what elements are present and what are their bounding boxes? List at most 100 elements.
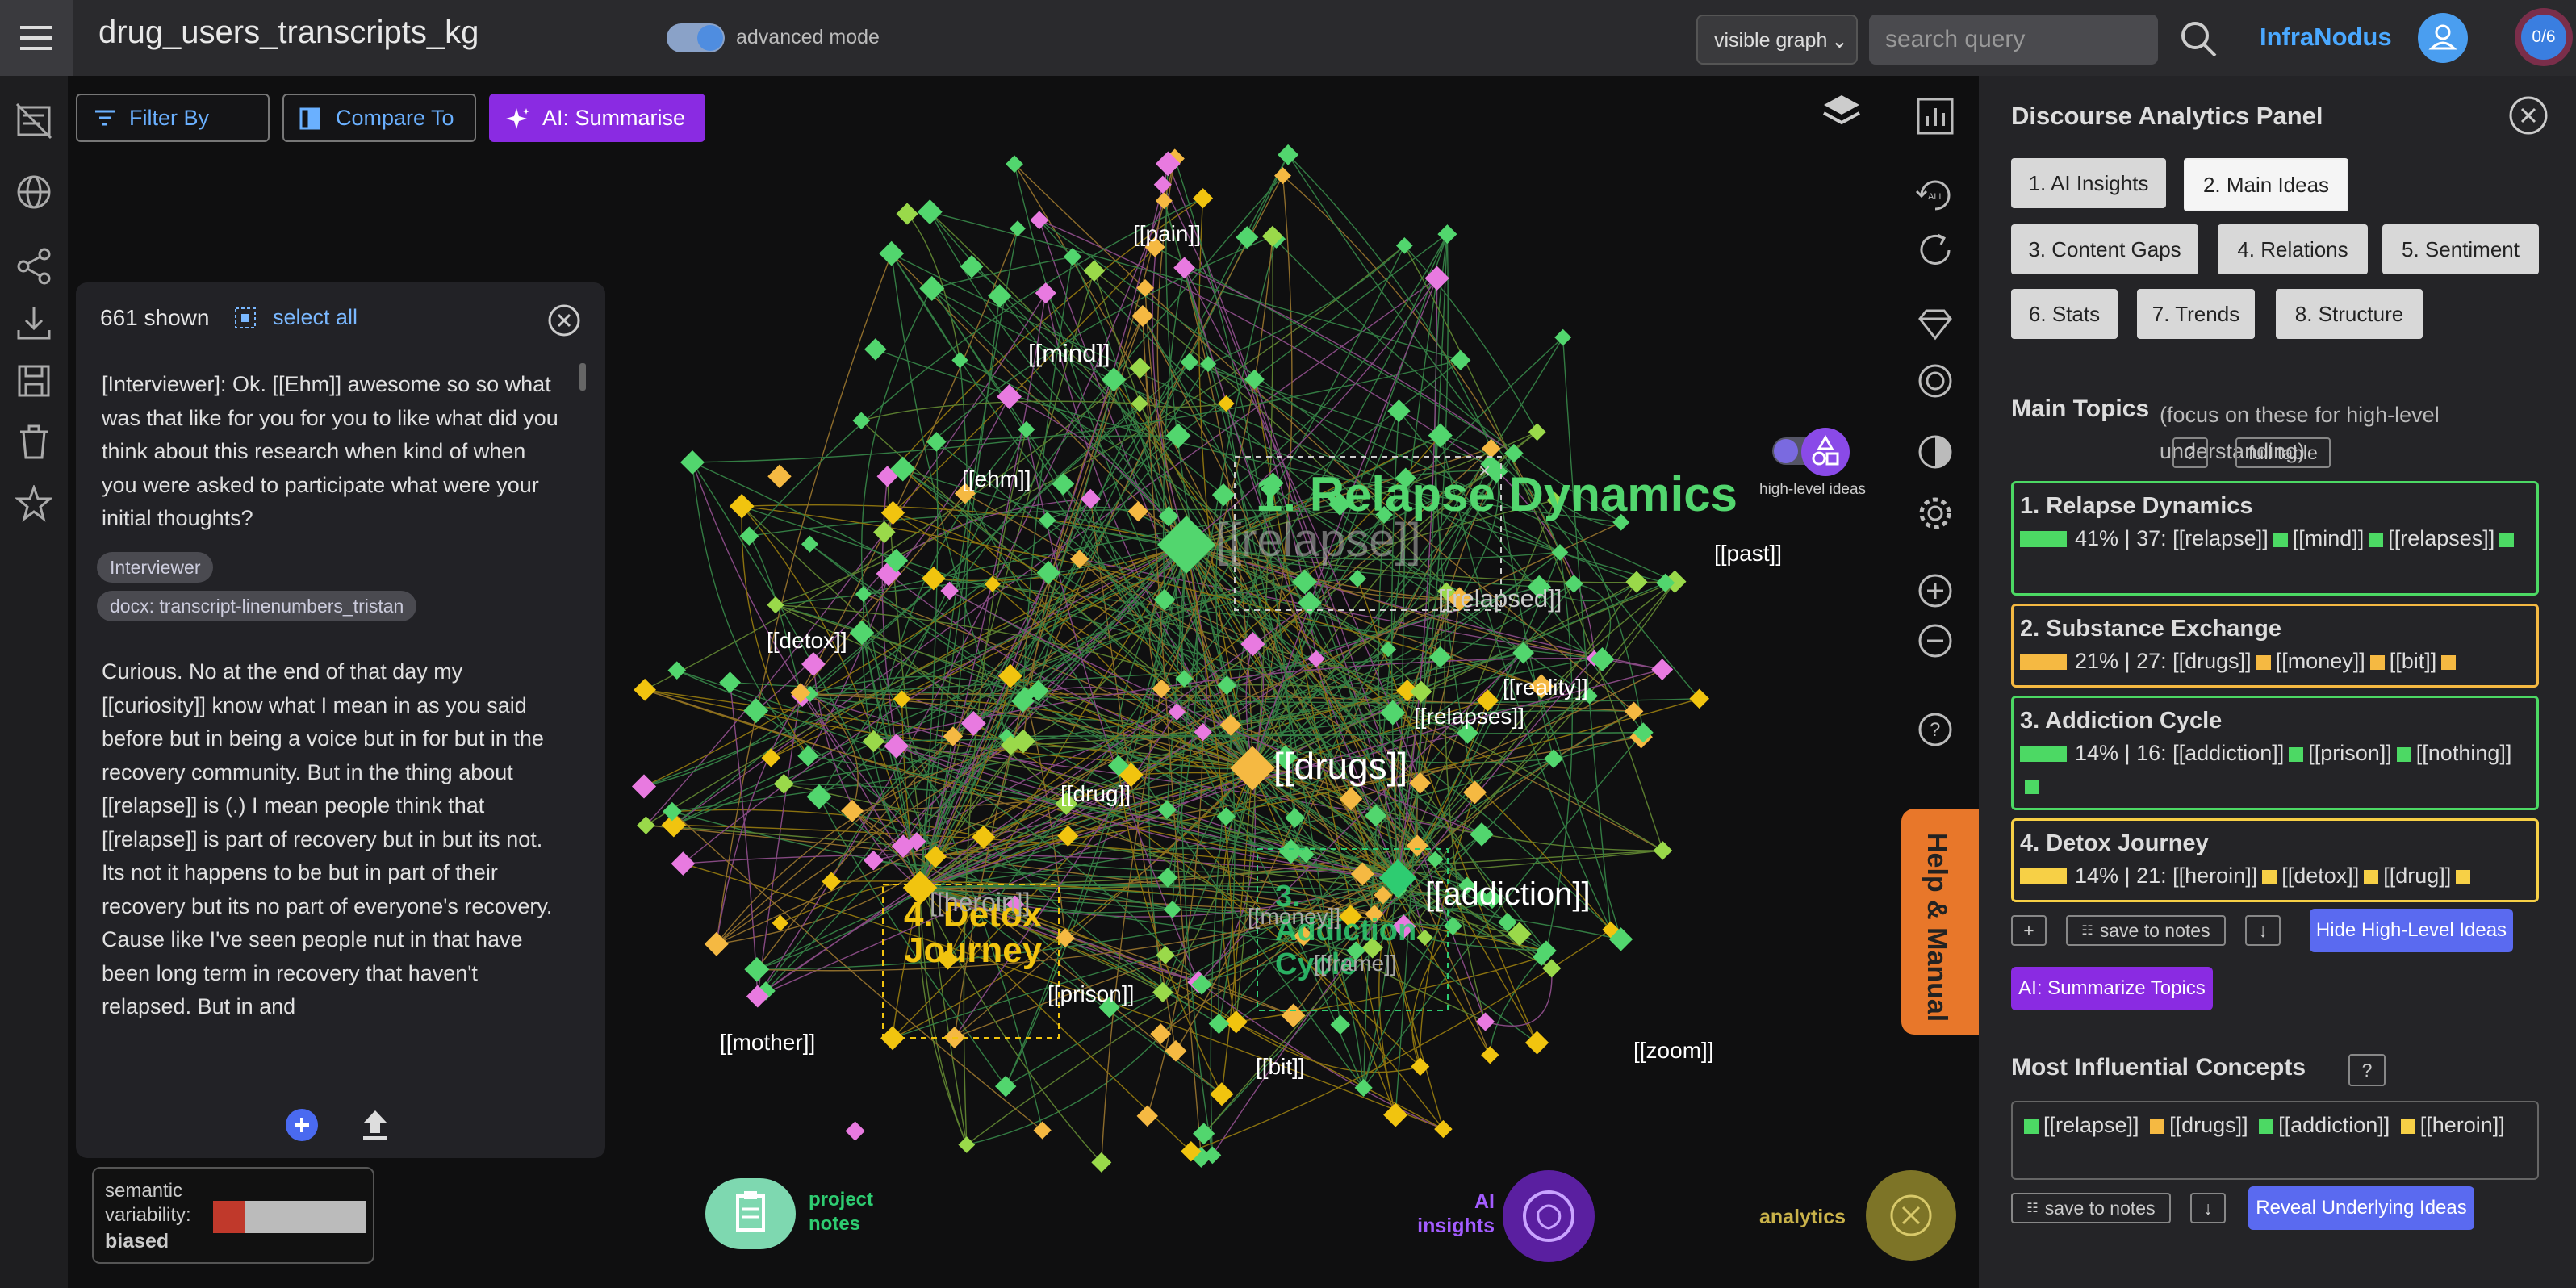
download-topics-button[interactable]: ↓ xyxy=(2245,915,2281,946)
topic-card[interactable]: 2. Substance Exchange 21% | 27: [[drugs]… xyxy=(2011,604,2539,688)
star-icon[interactable] xyxy=(13,483,55,525)
full-table-button[interactable]: full table xyxy=(2235,437,2331,468)
select-all-icon[interactable] xyxy=(232,305,258,335)
node-label-frame[interactable]: [[frame]] xyxy=(1314,951,1397,976)
high-level-ideas-icon[interactable] xyxy=(1801,428,1850,476)
compare-button[interactable]: Compare To xyxy=(282,94,476,142)
topic-card[interactable]: 1. Relapse Dynamics 41% | 37: [[relapse]… xyxy=(2011,481,2539,596)
influential-help-button[interactable]: ? xyxy=(2348,1054,2386,1086)
reveal-ideas-button[interactable]: Reveal Underlying Ideas xyxy=(2248,1186,2474,1230)
analytics-close-button[interactable] xyxy=(1866,1170,1956,1261)
add-statement-icon[interactable] xyxy=(286,1109,318,1141)
share-icon[interactable] xyxy=(13,245,55,287)
circle-icon[interactable] xyxy=(1913,358,1958,404)
panel-title: Discourse Analytics Panel xyxy=(2011,102,2323,130)
node-label-money[interactable]: [[money]] xyxy=(1248,904,1340,930)
node-label-addiction[interactable]: [[addiction]] xyxy=(1425,876,1591,913)
download-icon[interactable] xyxy=(13,302,55,344)
zoom-out-icon[interactable] xyxy=(1913,618,1958,663)
globe-icon[interactable] xyxy=(13,171,55,213)
tab-main-ideas[interactable]: 2. Main Ideas xyxy=(2184,158,2348,211)
diamond-icon[interactable] xyxy=(1913,302,1958,347)
help-icon[interactable]: ? xyxy=(1913,707,1958,752)
save-to-notes-button[interactable]: ☷ save to notes xyxy=(2066,915,2226,946)
hide-high-level-button[interactable]: Hide High-Level Ideas xyxy=(2310,909,2513,952)
save-to-notes-button[interactable]: ☷ save to notes xyxy=(2011,1193,2171,1223)
ai-insights-button[interactable] xyxy=(1503,1170,1595,1262)
brand-logo[interactable]: InfraNodus xyxy=(2260,23,2392,52)
select-all-link[interactable]: select all xyxy=(273,305,358,330)
download-concepts-button[interactable]: ↓ xyxy=(2190,1193,2226,1223)
node-label-ehm[interactable]: [[ehm]] xyxy=(962,466,1031,492)
scrollbar[interactable] xyxy=(579,363,586,391)
save-icon[interactable] xyxy=(13,360,55,402)
contrast-icon[interactable] xyxy=(1913,429,1958,475)
node-label-relapse[interactable]: [[relapse]] xyxy=(1215,513,1421,567)
tab-relations[interactable]: 4. Relations xyxy=(2218,224,2368,274)
search-icon[interactable] xyxy=(2179,19,2219,60)
tab-trends[interactable]: 7. Trends xyxy=(2137,289,2255,339)
user-avatar-icon[interactable] xyxy=(2418,13,2468,63)
tab-ai-insights[interactable]: 1. AI Insights xyxy=(2011,158,2166,208)
graph-node xyxy=(1057,825,1079,847)
node-label-mind[interactable]: [[mind]] xyxy=(1028,339,1110,368)
influential-concepts-box[interactable]: [[relapse]] [[drugs]] [[addiction]] [[he… xyxy=(2011,1101,2539,1180)
topics-help-button[interactable]: ? xyxy=(2172,437,2208,468)
settings-icon[interactable] xyxy=(1913,491,1958,536)
topic-term: [[detox]] xyxy=(2281,864,2360,888)
trash-icon[interactable] xyxy=(13,421,55,463)
fade-mask xyxy=(76,1018,605,1067)
node-label-drugs[interactable]: [[drugs]] xyxy=(1273,744,1407,788)
filter-label: Filter By xyxy=(129,105,210,130)
node-label-relapsed[interactable]: [[relapsed]] xyxy=(1438,584,1562,613)
graph-node xyxy=(1033,1121,1052,1140)
graph-title[interactable]: drug_users_transcripts_kg xyxy=(98,15,479,51)
node-label-relapses[interactable]: [[relapses]] xyxy=(1414,704,1524,730)
text-off-icon[interactable] xyxy=(13,100,55,142)
upload-icon[interactable] xyxy=(360,1107,391,1145)
close-analytics-icon[interactable] xyxy=(2508,95,2549,140)
node-label-detox[interactable]: [[detox]] xyxy=(767,628,847,654)
layers-icon[interactable] xyxy=(1821,90,1863,136)
notifications-badge[interactable]: 0/6 xyxy=(2515,8,2573,66)
close-panel-icon[interactable] xyxy=(547,303,581,341)
zoom-in-icon[interactable] xyxy=(1913,568,1958,613)
menu-icon[interactable] xyxy=(0,0,73,76)
node-label-mother[interactable]: [[mother]] xyxy=(720,1030,815,1056)
graph-node xyxy=(864,338,887,361)
help-manual-tab[interactable]: Help & Manual xyxy=(1901,809,1979,1035)
tag-interviewer[interactable]: Interviewer xyxy=(97,552,214,583)
cluster-label-relapse[interactable]: 1. Relapse Dynamics xyxy=(1256,470,1738,519)
topic-term: [[relapses]] xyxy=(2388,526,2495,550)
project-notes-button[interactable] xyxy=(705,1178,796,1249)
tab-content-gaps[interactable]: 3. Content Gaps xyxy=(2011,224,2198,274)
chart-icon[interactable] xyxy=(1913,94,1958,139)
tag-docx[interactable]: docx: transcript-linenumbers_tristan xyxy=(97,591,417,621)
search-input[interactable]: search query xyxy=(1869,15,2158,65)
tab-structure[interactable]: 8. Structure xyxy=(2276,289,2423,339)
refresh-icon[interactable] xyxy=(1913,228,1958,273)
tab-sentiment[interactable]: 5. Sentiment xyxy=(2382,224,2539,274)
reset-all-icon[interactable]: ALL xyxy=(1913,173,1958,218)
statement-text[interactable]: [Interviewer]: Ok. [[Ehm]] awesome so so… xyxy=(102,368,562,537)
node-label-prison[interactable]: [[prison]] xyxy=(1048,981,1134,1007)
node-label-drug[interactable]: [[drug]] xyxy=(1060,781,1131,807)
topic-count: 27 xyxy=(2136,649,2161,673)
visibility-select[interactable]: visible graph ⌄ xyxy=(1696,15,1858,65)
statement-text[interactable]: Curious. No at the end of that day my [[… xyxy=(102,655,562,1018)
term-marker xyxy=(2150,1119,2165,1134)
tab-stats[interactable]: 6. Stats xyxy=(2011,289,2118,339)
semantic-variability-box[interactable]: semantic variability: biased xyxy=(92,1167,374,1264)
node-label-heroin[interactable]: [[heroin]] xyxy=(930,888,1031,918)
node-label-bit[interactable]: [[bit]] xyxy=(1256,1054,1305,1080)
topic-card[interactable]: 4. Detox Journey 14% | 21: [[heroin]] [[d… xyxy=(2011,818,2539,902)
summarize-topics-button[interactable]: AI: Summarize Topics xyxy=(2011,967,2213,1010)
node-label-zoom[interactable]: [[zoom]] xyxy=(1633,1038,1714,1064)
advanced-mode-toggle[interactable] xyxy=(667,23,725,52)
add-topic-button[interactable]: + xyxy=(2011,915,2047,946)
filter-button[interactable]: Filter By xyxy=(76,94,270,142)
node-label-reality[interactable]: [[reality]] xyxy=(1503,675,1588,700)
node-label-pain[interactable]: [[pain]] xyxy=(1133,221,1201,247)
node-label-past[interactable]: [[past]] xyxy=(1714,541,1782,567)
topic-card[interactable]: 3. Addiction Cycle 14% | 16: [[addiction… xyxy=(2011,696,2539,810)
